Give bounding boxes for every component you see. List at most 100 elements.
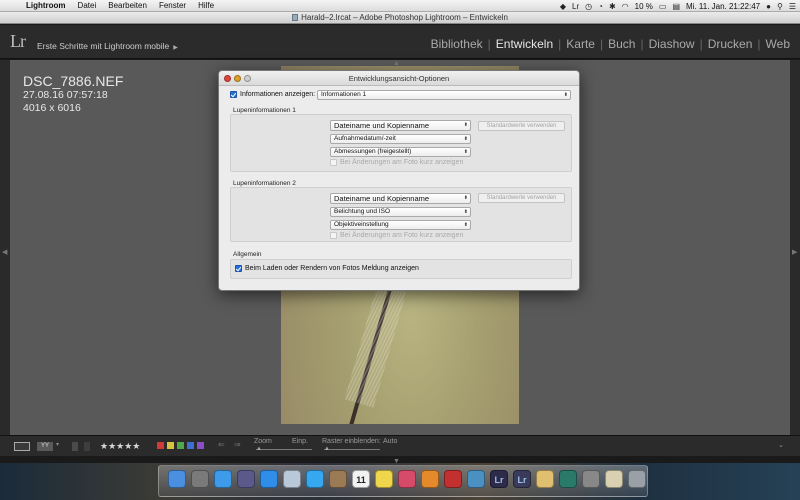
bluetooth-icon[interactable]: ✱ <box>609 2 616 11</box>
appstore-icon[interactable] <box>214 470 232 488</box>
minimize-icon[interactable] <box>234 75 241 82</box>
user-icon[interactable]: ● <box>766 2 771 11</box>
timemachine-icon[interactable] <box>559 470 577 488</box>
zoom-slider-thumb[interactable]: ▲ <box>256 446 262 452</box>
wifi-icon[interactable]: ◠ <box>622 2 629 11</box>
photos-icon[interactable] <box>536 470 554 488</box>
time-machine-icon[interactable]: ◔ <box>598 2 603 11</box>
menu-app-name[interactable]: Lightroom <box>20 1 72 10</box>
color-label-blue[interactable] <box>187 442 194 449</box>
menu-clock[interactable]: Mi. 11. Jan. 21:22:47 <box>686 2 760 11</box>
flag-reject-icon[interactable] <box>84 442 90 451</box>
dialog-title: Entwicklungsansicht-Optionen <box>348 74 450 83</box>
loupe1-defaults-button[interactable]: Standardwerte verwenden <box>478 121 565 131</box>
right-panel-collapsed[interactable]: ▶ <box>790 60 800 435</box>
color-label-purple[interactable] <box>197 442 204 449</box>
develop-toolbar: YY ▾ ★★★★★ ⇐ ⇒ Zoom Einp. ▲ Raster einbl… <box>0 435 800 456</box>
flag-icon[interactable]: ▤ <box>672 2 680 11</box>
info-datetime: 27.08.16 07:57:18 <box>23 89 108 101</box>
module-karte[interactable]: Karte <box>562 37 599 51</box>
contacts-icon[interactable] <box>329 470 347 488</box>
messages-icon[interactable] <box>306 470 324 488</box>
module-drucken[interactable]: Drucken <box>704 37 757 51</box>
before-after-icon[interactable]: YY <box>37 442 53 451</box>
notes-icon[interactable] <box>375 470 393 488</box>
loupe2-field1-select[interactable]: Dateiname und Kopienname ⬍ <box>330 193 471 204</box>
menu-bearbeiten[interactable]: Bearbeiten <box>102 1 153 10</box>
loupe1-field2-select[interactable]: Aufnahmedatum/-zeit ⬍ <box>330 134 471 144</box>
menu-hilfe[interactable]: Hilfe <box>192 1 220 10</box>
left-panel-collapsed[interactable]: ◀ <box>0 60 10 435</box>
loupe1-heading: Lupeninformationen 1 <box>233 107 296 114</box>
loupe2-field3-value: Objektiveinstellung <box>334 221 389 228</box>
color-label-red[interactable] <box>157 442 164 449</box>
identity-text: Erste Schritte mit Lightroom mobile <box>37 41 170 51</box>
system-prefs-icon[interactable] <box>582 470 600 488</box>
identity-plate[interactable]: Erste Schritte mit Lightroom mobile ▶ <box>37 41 178 51</box>
lightroom-status-icon[interactable]: Lr <box>572 2 579 11</box>
show-info-checkbox[interactable] <box>230 91 237 98</box>
info-filename: DSC_7886.NEF <box>23 73 124 89</box>
previous-photo-icon[interactable]: ⇐ <box>218 440 225 449</box>
module-buch[interactable]: Buch <box>604 37 639 51</box>
mission-control-icon[interactable] <box>237 470 255 488</box>
photobooth-icon[interactable] <box>444 470 462 488</box>
color-label-green[interactable] <box>177 442 184 449</box>
info-set-select[interactable]: Informationen 1 ⬍ <box>317 90 571 100</box>
lightroom-icon-2[interactable]: Lr <box>513 470 531 488</box>
right-panel-toggle-icon[interactable]: ▶ <box>792 248 797 256</box>
loupe1-field3-select[interactable]: Abmessungen (freigestellt) ⬍ <box>330 147 471 157</box>
module-diashow[interactable]: Diashow <box>645 37 699 51</box>
dialog-title-bar: Entwicklungsansicht-Optionen <box>219 71 579 86</box>
menu-datei[interactable]: Datei <box>72 1 103 10</box>
file-icon[interactable] <box>605 470 623 488</box>
dropbox-icon[interactable]: ◆ <box>560 2 566 11</box>
raster-label: Raster einblenden: <box>322 438 381 445</box>
spotlight-search-icon[interactable]: ⚲ <box>777 2 783 11</box>
loupe2-brief-checkbox[interactable] <box>330 232 337 239</box>
lightroom-top-panel: Lr Erste Schritte mit Lightroom mobile ▶ … <box>0 25 800 59</box>
before-after-dropdown-icon[interactable]: ▾ <box>56 441 59 450</box>
module-entwickeln[interactable]: Entwickeln <box>492 37 557 51</box>
clock-sync-icon[interactable]: ◷ <box>585 2 592 11</box>
close-icon[interactable] <box>224 75 231 82</box>
raster-slider-track[interactable] <box>324 449 380 450</box>
menu-fenster[interactable]: Fenster <box>153 1 192 10</box>
star-rating[interactable]: ★★★★★ <box>100 441 140 452</box>
itunes-icon[interactable] <box>398 470 416 488</box>
loupe1-field1-select[interactable]: Dateiname und Kopienname ⬍ <box>330 120 471 131</box>
loupe2-field2-select[interactable]: Belichtung und ISO ⬍ <box>330 207 471 217</box>
notification-center-icon[interactable]: ☰ <box>789 2 796 11</box>
left-panel-toggle-icon[interactable]: ◀ <box>2 248 7 256</box>
zoom-label: Zoom <box>254 438 272 445</box>
loupe2-field3-select[interactable]: Objektiveinstellung ⬍ <box>330 220 471 230</box>
zoom-window-icon[interactable] <box>244 75 251 82</box>
finder-icon[interactable] <box>168 470 186 488</box>
safari-icon[interactable] <box>260 470 278 488</box>
toolbar-content-dropdown-icon[interactable]: ⌄ <box>778 441 784 449</box>
battery-icon[interactable]: ▭ <box>659 2 667 11</box>
color-label-yellow[interactable] <box>167 442 174 449</box>
raster-slider-thumb[interactable]: ▲ <box>324 446 330 452</box>
next-photo-icon[interactable]: ⇒ <box>234 440 241 449</box>
color-labels <box>157 442 204 449</box>
battery-percent[interactable]: 10 % <box>635 2 653 11</box>
loupe-view-icon[interactable] <box>14 442 30 451</box>
mail-icon[interactable] <box>283 470 301 488</box>
raster-value[interactable]: Auto <box>383 438 397 445</box>
launchpad-icon[interactable] <box>191 470 209 488</box>
zoom-slider-track[interactable] <box>256 449 312 450</box>
flag-pick-icon[interactable] <box>72 442 78 451</box>
ibooks-icon[interactable] <box>421 470 439 488</box>
lightroom-icon[interactable]: Lr <box>490 470 508 488</box>
loupe1-brief-checkbox[interactable] <box>330 159 337 166</box>
trash-icon[interactable] <box>628 470 646 488</box>
loupe2-defaults-button[interactable]: Standardwerte verwenden <box>478 193 565 203</box>
loading-message-checkbox[interactable] <box>235 265 242 272</box>
loupe-info-overlay: DSC_7886.NEF 27.08.16 07:57:18 4016 x 60… <box>23 73 123 115</box>
loupe2-field1-value: Dateiname und Kopienname <box>334 194 430 203</box>
module-web[interactable]: Web <box>762 37 794 51</box>
preview-icon[interactable] <box>467 470 485 488</box>
module-bibliothek[interactable]: Bibliothek <box>427 37 487 51</box>
calendar-icon[interactable]: 11 <box>352 470 370 488</box>
